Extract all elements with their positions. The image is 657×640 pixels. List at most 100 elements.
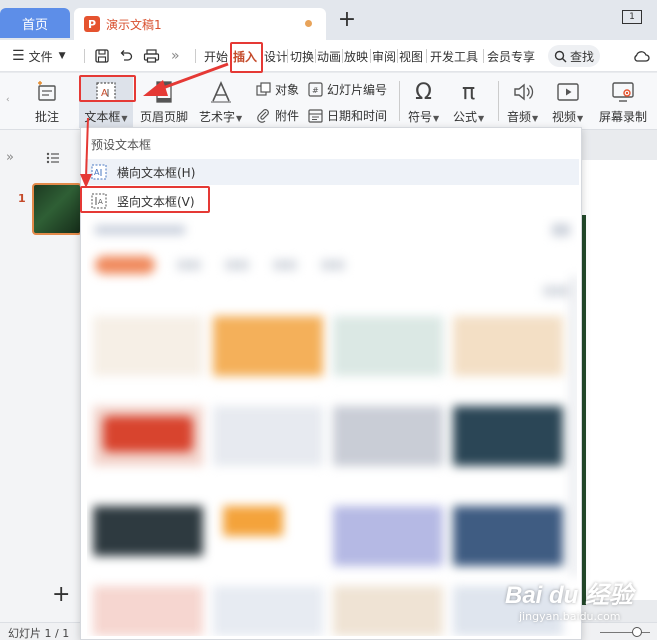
svg-text:#: # [312, 86, 319, 95]
tab-view[interactable]: 视图 [399, 40, 423, 72]
date-time-button[interactable]: 日期和时间 [307, 106, 387, 124]
preset-templates-blurred [87, 216, 577, 636]
divider [84, 49, 85, 63]
tab-slideshow[interactable]: 放映 [344, 40, 368, 72]
speaker-icon [510, 79, 536, 105]
home-tab[interactable]: 首页 [0, 8, 70, 38]
vertical-textbox-highlight [80, 186, 210, 213]
header-footer-icon [151, 79, 177, 105]
slide-number-icon: # [307, 81, 323, 97]
chevron-down-icon: ▼ [58, 51, 66, 61]
slide-number-label: 幻灯片编号 [327, 82, 388, 97]
horizontal-textbox-label: 横向文本框(H) [117, 165, 196, 180]
horizontal-textbox-icon: A [91, 164, 107, 180]
comment-icon [34, 79, 60, 105]
divider [195, 49, 196, 63]
undo-icon[interactable] [118, 40, 134, 72]
divider [397, 49, 398, 63]
object-icon [255, 81, 271, 97]
dropdown-header: 预设文本框 [91, 138, 152, 152]
slide-panel: » 1 + [0, 130, 82, 622]
divider [287, 49, 288, 63]
divider [315, 49, 316, 63]
attachment-button[interactable]: 附件 [255, 106, 299, 124]
menu-bar: ☰ 文件 ▼ » 开始 插入 设计 切换 动画 放映 审阅 视图 开发工具 会员… [0, 40, 657, 72]
add-slide-button[interactable]: + [52, 582, 70, 607]
tab-home[interactable]: 开始 [204, 40, 228, 72]
file-menu[interactable]: ☰ 文件 ▼ [12, 40, 66, 72]
search-label: 查找 [570, 49, 595, 64]
omega-icon: Ω [415, 79, 432, 105]
comment-button[interactable]: 批注 [34, 79, 60, 125]
audio-label: 音频▼ [507, 110, 539, 124]
video-button[interactable]: 视频▼ [552, 79, 583, 125]
insert-tab-highlight [230, 42, 263, 73]
presentation-icon: P [84, 16, 100, 32]
art-text-button[interactable]: 艺术字▼ [199, 79, 242, 125]
divider [399, 81, 400, 121]
video-icon [555, 79, 581, 105]
document-title: 演示文稿1 [106, 17, 162, 32]
symbol-label: 符号▼ [408, 110, 440, 124]
header-footer-button[interactable]: 页眉页脚 [140, 79, 188, 125]
slide-count: 幻灯片 1 / 1 [8, 627, 70, 640]
new-tab-button[interactable]: + [336, 9, 358, 32]
outline-icon[interactable] [46, 152, 60, 167]
save-icon[interactable] [94, 40, 110, 72]
video-label: 视频▼ [552, 110, 584, 124]
screen-record-label: 屏幕录制 [599, 110, 648, 124]
object-button[interactable]: 对象 [255, 80, 299, 98]
document-tab[interactable]: P 演示文稿1 [74, 8, 326, 40]
divider [342, 49, 343, 63]
ribbon-scroll-left-icon[interactable]: ‹ [6, 91, 10, 109]
tab-review[interactable]: 审阅 [372, 40, 396, 72]
more-button[interactable]: » [171, 40, 180, 72]
paperclip-icon [255, 107, 271, 123]
object-label: 对象 [275, 82, 300, 97]
search-button[interactable]: 查找 [548, 45, 600, 67]
file-menu-label: 文件 [28, 49, 53, 64]
slide-thumbnail[interactable] [32, 183, 82, 235]
baidu-watermark: Bai du 经验 jingyan.baidu.com [505, 575, 645, 625]
calendar-icon [307, 107, 323, 123]
tab-design[interactable]: 设计 [264, 40, 288, 72]
art-text-label: 艺术字▼ [199, 110, 243, 124]
textbox-highlight [79, 75, 136, 102]
formula-button[interactable]: π 公式▼ [453, 79, 484, 125]
search-icon [554, 50, 567, 62]
symbol-button[interactable]: Ω 符号▼ [408, 79, 439, 125]
formula-label: 公式▼ [453, 110, 485, 124]
tab-developer[interactable]: 开发工具 [430, 40, 478, 72]
tab-animations[interactable]: 动画 [317, 40, 341, 72]
screen-record-button[interactable]: 屏幕录制 [599, 79, 647, 125]
zoom-slider-handle[interactable] [632, 627, 642, 637]
svg-text:A: A [94, 168, 100, 177]
hamburger-icon: ☰ [12, 48, 25, 64]
zoom-slider[interactable] [600, 632, 650, 633]
collapse-panel-icon[interactable]: » [6, 150, 14, 165]
date-time-label: 日期和时间 [327, 108, 388, 123]
slide-index: 1 [18, 192, 26, 205]
tab-member[interactable]: 会员专享 [487, 40, 535, 72]
cloud-icon[interactable] [632, 40, 650, 72]
horizontal-textbox-item[interactable]: A 横向文本框(H) [85, 159, 579, 185]
window-count-icon[interactable]: 1 [622, 10, 642, 24]
art-text-icon [208, 79, 234, 105]
slide-canvas[interactable] [580, 160, 657, 605]
watermark-logo: Bai du 经验 [505, 582, 634, 609]
divider [498, 81, 499, 121]
print-icon[interactable] [143, 40, 160, 72]
attachment-label: 附件 [275, 108, 300, 123]
slide-number-button[interactable]: # 幻灯片编号 [307, 80, 387, 98]
divider [370, 49, 371, 63]
audio-button[interactable]: 音频▼ [507, 79, 538, 125]
title-bar: 首页 P 演示文稿1 + 1 [0, 0, 657, 40]
textbox-label: 文本框▼ [84, 110, 128, 124]
comment-label: 批注 [34, 110, 59, 124]
divider [426, 49, 427, 63]
pi-icon: π [461, 79, 476, 105]
divider [483, 49, 484, 63]
unsaved-indicator [305, 20, 312, 27]
header-footer-label: 页眉页脚 [140, 110, 189, 124]
tab-transitions[interactable]: 切换 [290, 40, 314, 72]
